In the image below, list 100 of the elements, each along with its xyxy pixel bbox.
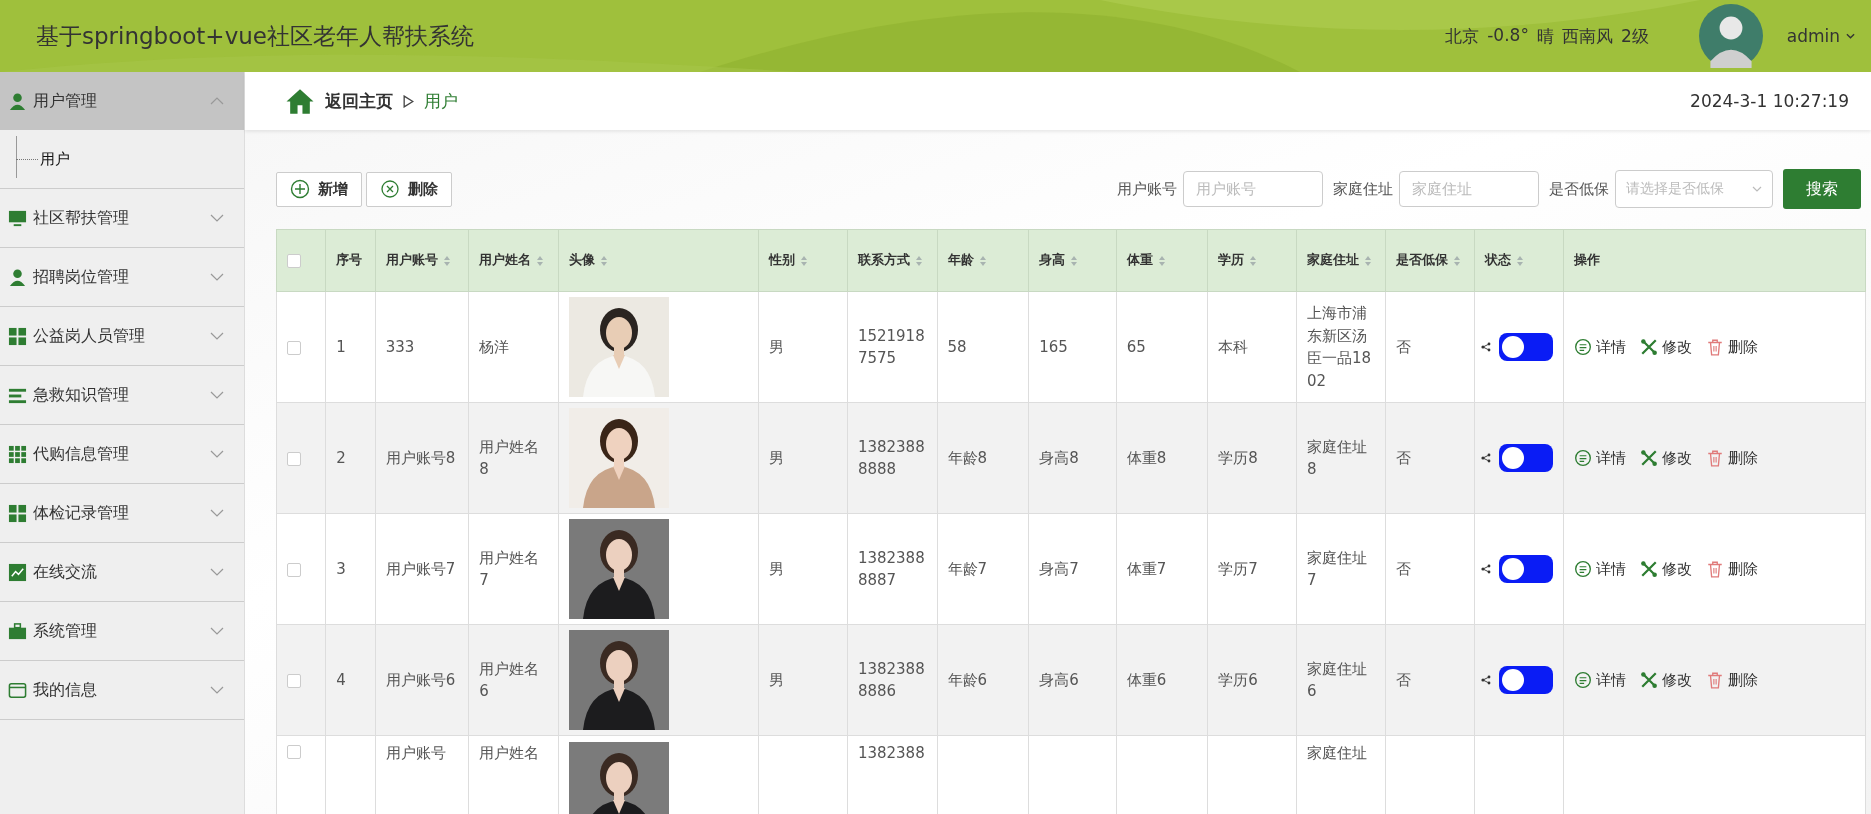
table-cell-text: 否 [1395,447,1411,469]
edit-button[interactable]: 修改 [1639,670,1692,690]
sort-icon[interactable] [1070,254,1079,267]
sidebar-item[interactable]: 在线交流 [0,543,244,602]
checkbox[interactable] [287,673,301,688]
table-cell-text: 家庭住址8 [1306,436,1368,480]
search-button[interactable]: 搜索 [1783,169,1861,209]
sort-icon[interactable] [800,254,809,267]
sort-icon[interactable] [1249,254,1258,267]
filter-label: 是否低保 [1549,179,1609,199]
column-header: 年龄 [947,251,974,270]
sort-icon[interactable] [599,254,608,267]
detail-button[interactable]: 详情 [1573,448,1626,468]
table-cell-text: 用户账号6 [385,669,456,691]
sort-icon[interactable] [978,254,987,267]
submenu-item[interactable]: 用户 [16,149,70,169]
sidebar-item[interactable]: 系统管理 [0,602,244,661]
sidebar-item[interactable]: 我的信息 [0,661,244,720]
add-button[interactable]: 新增 [276,171,362,207]
trash-icon [1705,338,1724,356]
weather-text: -0.8° [1487,24,1529,47]
sort-icon[interactable] [1516,254,1525,267]
chevron-icon [210,627,224,635]
delete-button[interactable]: 删除 [366,171,452,207]
sort-icon[interactable] [1452,254,1461,267]
table-cell-text: 58 [947,336,967,358]
delete-button[interactable]: 删除 [1705,337,1758,357]
toggle-switch[interactable] [1499,555,1554,583]
sort-icon[interactable] [536,254,545,267]
tools-icon [1639,449,1658,467]
share-icon[interactable] [1481,453,1492,463]
toggle-switch[interactable] [1499,333,1554,361]
checkbox[interactable] [287,254,301,269]
menu-label: 在线交流 [33,561,97,583]
edit-button[interactable]: 修改 [1639,559,1692,579]
sidebar-item[interactable]: 招聘岗位管理 [0,248,244,307]
checkbox[interactable] [287,562,301,577]
delete-button[interactable]: 删除 [1705,559,1758,579]
edit-button[interactable]: 修改 [1639,337,1692,357]
table-cell-text: 用户账号7 [385,558,456,580]
share-icon[interactable] [1481,342,1492,352]
input-field[interactable]: 用户账号 [1183,171,1323,207]
input-field[interactable]: 家庭住址 [1399,171,1539,207]
sort-icon[interactable] [442,254,451,267]
checkbox[interactable] [287,340,301,355]
table-cell-text: 男 [769,447,785,469]
share-icon[interactable] [1481,564,1492,574]
toggle-switch[interactable] [1499,666,1554,694]
chevron-icon [210,214,224,222]
table-cell-text: 学历7 [1218,558,1258,580]
checkbox[interactable] [287,451,301,466]
checkbox[interactable] [287,744,301,759]
table-cell-text: 165 [1039,336,1068,358]
table-cell-text: 用户姓名 [479,743,540,764]
table-cell-text: 13823888886 [857,658,926,702]
chevron-icon [210,332,224,340]
delete-button[interactable]: 删除 [1705,448,1758,468]
grid-icon [8,326,27,346]
chevron-icon [210,568,224,576]
user-menu[interactable]: admin [1786,26,1855,46]
table-cell-text: 体重7 [1126,558,1167,580]
person-icon [8,267,27,287]
avatar-icon[interactable] [1698,4,1763,68]
share-icon[interactable] [1481,675,1492,685]
sort-icon[interactable] [914,254,923,267]
column-header: 头像 [568,251,595,270]
menu-label: 系统管理 [33,620,97,642]
detail-button[interactable]: 详情 [1573,559,1626,579]
sidebar-item[interactable]: 代购信息管理 [0,425,244,484]
column-header: 用户账号 [385,251,438,270]
table-cell-text: 身高6 [1039,669,1079,691]
sidebar-item[interactable]: 公益岗人员管理 [0,307,244,366]
sidebar-item[interactable]: 急救知识管理 [0,366,244,425]
home-icon[interactable] [285,87,315,115]
table-cell-text: 用户账号8 [385,447,456,469]
delete-button[interactable]: 删除 [1705,670,1758,690]
breadcrumb-link[interactable]: 返回主页 [325,89,393,113]
table-cell-text: 男 [769,336,785,358]
detail-button[interactable]: 详情 [1573,670,1626,690]
table-cell-text: 65 [1126,336,1146,358]
menu-label: 用户管理 [33,90,97,112]
tools-icon [1639,560,1658,578]
sort-icon[interactable] [1157,254,1166,267]
toggle-switch[interactable] [1499,444,1554,472]
sort-icon[interactable] [1363,254,1372,267]
sidebar-item[interactable]: 社区帮扶管理 [0,189,244,248]
monitor-icon [8,208,27,228]
detail-button[interactable]: 详情 [1573,337,1626,357]
trash-icon [1705,671,1724,689]
caret-icon [1846,33,1855,39]
table-cell-text: 杨洋 [479,336,510,358]
sidebar-item[interactable]: 用户管理 [0,72,244,130]
close-icon [380,179,400,199]
tools-icon [1639,338,1658,356]
table-cell-text: 3 [336,558,346,580]
sidebar-item[interactable]: 体检记录管理 [0,484,244,543]
table-cell-text: 身高7 [1039,558,1079,580]
table-cell-text: 用户姓名6 [479,658,541,702]
edit-button[interactable]: 修改 [1639,448,1692,468]
menu-label: 我的信息 [33,679,97,701]
